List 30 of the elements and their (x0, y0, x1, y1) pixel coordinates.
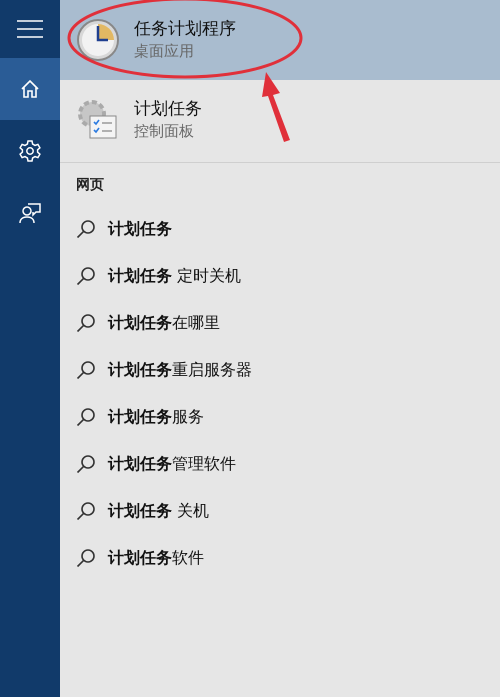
search-icon (76, 548, 96, 568)
search-suggestion[interactable]: 计划任务 (108, 216, 172, 240)
search-suggestion[interactable]: 计划任务重启服务器 (108, 358, 252, 382)
result-type: 控制面板 (134, 120, 195, 142)
search-icon (76, 360, 96, 380)
search-suggestion[interactable]: 计划任务在哪里 (108, 310, 220, 334)
menu-icon (17, 20, 43, 38)
search-icon (76, 218, 96, 238)
search-suggestion[interactable]: 计划任务服务 (108, 404, 204, 428)
annotation-arrow (262, 72, 290, 142)
sidebar-home-button[interactable] (0, 58, 60, 120)
search-icon (76, 500, 96, 520)
result-title: 计划任务 (134, 98, 202, 120)
search-suggestion[interactable]: 计划任务 定时关机 (108, 264, 242, 288)
settings-icon (19, 140, 41, 162)
clock-icon (76, 18, 120, 62)
feedback-icon (19, 202, 41, 224)
search-suggestion[interactable]: 计划任务 关机 (108, 498, 210, 522)
result-type: 桌面应用 (134, 40, 195, 62)
search-suggestion[interactable]: 计划任务软件 (108, 546, 204, 570)
section-heading: 网页 (76, 177, 104, 193)
search-icon (76, 406, 96, 426)
home-icon (20, 79, 40, 99)
search-result[interactable]: 任务计划程序 桌面应用 (60, 0, 500, 80)
search-icon (76, 454, 96, 474)
search-result[interactable]: 计划任务 控制面板 (60, 80, 500, 160)
search-icon (76, 266, 96, 286)
search-suggestion[interactable]: 计划任务管理软件 (108, 452, 236, 476)
search-icon (76, 312, 96, 332)
result-title: 任务计划程序 (134, 18, 236, 40)
